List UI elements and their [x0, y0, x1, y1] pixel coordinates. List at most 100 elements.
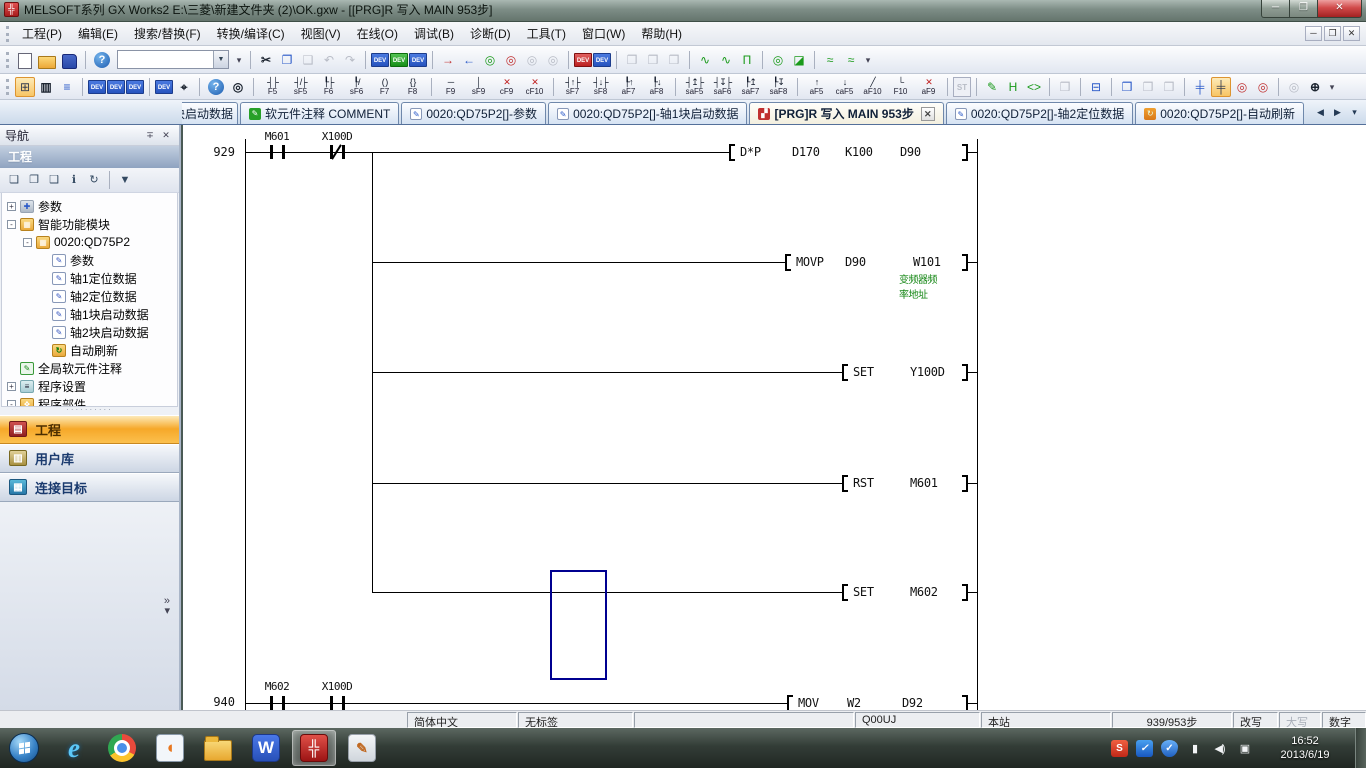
separator[interactable]	[431, 78, 432, 96]
battery-icon[interactable]: ▮	[1186, 740, 1203, 757]
tab-qd75p2-parameter[interactable]: ✎0020:QD75P2[]-参数	[401, 102, 546, 124]
media-app-icon[interactable]: ◖	[148, 730, 192, 766]
device-ccl-icon[interactable]: DEV	[126, 80, 144, 94]
refresh-icon[interactable]: ↻	[85, 171, 103, 189]
tab-scroll-right-icon[interactable]: ▶	[1331, 107, 1344, 118]
tab-auto-refresh[interactable]: ↻0020:QD75P2[]-自动刷新	[1135, 102, 1304, 124]
paste-icon[interactable]: ❑	[298, 50, 318, 70]
toolbar-overflow2-icon[interactable]: ▾	[862, 50, 874, 70]
module-configuration-icon[interactable]: ▥	[36, 77, 56, 97]
trace-write-icon[interactable]: ◪	[789, 50, 809, 70]
horizontal-line-button[interactable]: ─F9	[437, 75, 464, 99]
tree-parameter[interactable]: +✚参数	[2, 197, 177, 215]
separator[interactable]	[814, 51, 815, 69]
application-instruction-button[interactable]: { }F8	[399, 75, 426, 99]
limit-check-icon[interactable]: ≈	[820, 50, 840, 70]
menu-item[interactable]: 帮助(H)	[633, 21, 690, 46]
rising-pulse-not-contact-button[interactable]: ┤↥├saF5	[681, 75, 708, 99]
tree-qd75-parameter[interactable]: ✎参数	[2, 251, 177, 269]
convert-result-button[interactable]: ↓caF5	[831, 75, 858, 99]
cut-icon[interactable]: ✂	[256, 50, 276, 70]
edit-cursor[interactable]	[550, 570, 607, 680]
tree-axis2-positioning-data[interactable]: ✎轴2定位数据	[2, 287, 177, 305]
ie-icon[interactable]: e	[52, 730, 96, 766]
find-device-icon[interactable]: ◎	[1253, 77, 1273, 97]
tree-expander[interactable]: +	[7, 382, 16, 391]
tab-device-comment[interactable]: ✎软元件注释 COMMENT	[240, 102, 399, 124]
separator[interactable]	[253, 78, 254, 96]
rising-pulse-branch-button[interactable]: ┞↑aF7	[615, 75, 642, 99]
child-minimize-button[interactable]: ─	[1305, 26, 1322, 41]
separator[interactable]	[250, 51, 251, 69]
help2-icon[interactable]: ?	[208, 79, 224, 95]
device-watch-icon[interactable]: DEV	[155, 80, 173, 94]
limit-check2-icon[interactable]: ≈	[841, 50, 861, 70]
binoculars-icon[interactable]: ◎	[228, 77, 248, 97]
jump-back-icon[interactable]: ←	[459, 50, 479, 70]
tree-expander[interactable]: -	[23, 238, 32, 247]
explorer-icon[interactable]	[196, 730, 240, 766]
toolbar-combobox[interactable]: ▼	[117, 50, 229, 69]
delete-slash-button[interactable]: ╱aF10	[859, 75, 886, 99]
start-button[interactable]	[4, 729, 44, 767]
separator[interactable]	[689, 51, 690, 69]
delete-vertical-line-button[interactable]: ✕cF10	[521, 75, 548, 99]
network-icon[interactable]: ▣	[1236, 740, 1253, 757]
ladder-editor[interactable]: 929 M601 X100D D*P D170 K100 D90 MOVP D9…	[183, 125, 1366, 710]
inline-st-edit-icon[interactable]: ✎	[982, 77, 1002, 97]
window-disabled3-icon[interactable]: ❒	[664, 50, 684, 70]
sampling-trace-icon[interactable]: ∿	[695, 50, 715, 70]
show-desktop-button[interactable]	[1355, 728, 1366, 768]
tree-expander[interactable]: +	[7, 202, 16, 211]
minimize-button[interactable]: ─	[1261, 0, 1290, 18]
close-branch-button[interactable]: ┞/sF6	[343, 75, 370, 99]
shield-tray-icon[interactable]: ✓	[1161, 740, 1178, 757]
tree-program-setting[interactable]: +≡程序设置	[2, 377, 177, 395]
tree-global-device-comment[interactable]: ✎全局软元件注释	[2, 359, 177, 377]
separator[interactable]	[109, 171, 110, 189]
jump-forward-icon[interactable]: →	[438, 50, 458, 70]
separator[interactable]	[797, 78, 798, 96]
note-icon[interactable]: ❒	[1138, 77, 1158, 97]
paint-icon[interactable]: ✎	[340, 730, 384, 766]
menu-item[interactable]: 调试(B)	[406, 21, 462, 46]
zoom-icon[interactable]: ⊕	[1305, 77, 1325, 97]
wire-write-active-icon[interactable]: ╪	[1211, 77, 1231, 97]
delete-line-button[interactable]: ✕aF9	[915, 75, 942, 99]
rising-pulse-not-branch-button[interactable]: ┞↥saF7	[737, 75, 764, 99]
separator[interactable]	[568, 51, 569, 69]
statement-icon[interactable]: ❒	[1117, 77, 1137, 97]
menu-item[interactable]: 窗口(W)	[574, 21, 633, 46]
separator[interactable]	[85, 51, 86, 69]
tree-qd75p2[interactable]: -▦0020:QD75P2	[2, 233, 177, 251]
falling-pulse-not-contact-button[interactable]: ┤↧├saF6	[709, 75, 736, 99]
separator[interactable]	[1184, 78, 1185, 96]
separator[interactable]	[553, 78, 554, 96]
separator[interactable]	[947, 78, 948, 96]
restore-button[interactable]: ❐	[1290, 0, 1318, 18]
separator[interactable]	[675, 78, 676, 96]
nav-button-project[interactable]: ▤工程	[0, 415, 179, 444]
menu-item[interactable]: 在线(O)	[349, 21, 406, 46]
window-disabled-icon[interactable]: ❒	[622, 50, 642, 70]
trace-setting-icon[interactable]: ∿	[716, 50, 736, 70]
undo-icon[interactable]: ↶	[319, 50, 339, 70]
find-disabled-icon[interactable]: ◎	[522, 50, 542, 70]
function-list-icon[interactable]: ≡	[57, 77, 77, 97]
separator[interactable]	[365, 51, 366, 69]
toolbar2-overflow-icon[interactable]: ▾	[1326, 77, 1338, 97]
wps-icon[interactable]: W	[244, 730, 288, 766]
new-project-icon[interactable]	[18, 53, 32, 69]
child-restore-button[interactable]: ❐	[1324, 26, 1341, 41]
tree-axis2-block-start-data[interactable]: ✎轴2块启动数据	[2, 323, 177, 341]
invert-result-button[interactable]: ↑aF5	[803, 75, 830, 99]
tab-main-program[interactable]: ▞[PRG]R 写入 MAIN 953步✕	[749, 102, 943, 124]
tree-expander[interactable]: -	[7, 220, 16, 229]
device-replace-icon[interactable]: DEV	[409, 53, 427, 67]
wire-write-icon[interactable]: ╪	[1190, 77, 1210, 97]
tree-expander[interactable]: -	[7, 400, 16, 407]
draw-line-button[interactable]: └F10	[887, 75, 914, 99]
find-contact-coil-icon[interactable]: ◎	[1232, 77, 1252, 97]
nav-button-user-library[interactable]: ▥用户库	[0, 444, 179, 473]
menu-item[interactable]: 诊断(D)	[462, 21, 519, 46]
